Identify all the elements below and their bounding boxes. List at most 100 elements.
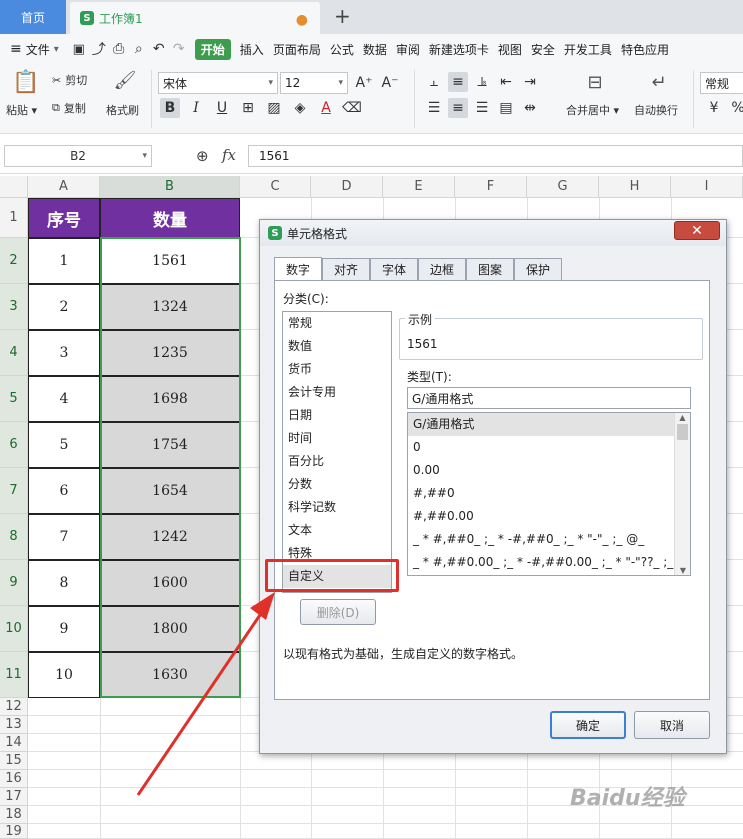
- cell-index[interactable]: 4: [28, 376, 100, 422]
- tab-home[interactable]: 首页: [0, 0, 66, 34]
- align-top-icon[interactable]: ⫠: [424, 72, 444, 92]
- category-item[interactable]: 日期: [283, 404, 391, 427]
- cell-quantity[interactable]: 1630: [100, 652, 240, 698]
- tab-border[interactable]: 边框: [418, 258, 466, 280]
- function-icon[interactable]: fx: [222, 146, 236, 164]
- cell-quantity[interactable]: 1242: [100, 514, 240, 560]
- print-icon[interactable]: ⎙: [109, 39, 129, 59]
- column-header[interactable]: C: [240, 176, 311, 198]
- column-header[interactable]: D: [311, 176, 383, 198]
- cell-quantity[interactable]: 1800: [100, 606, 240, 652]
- cell-index[interactable]: 5: [28, 422, 100, 468]
- zoom-search-icon[interactable]: ⊕: [196, 147, 209, 165]
- bold-icon[interactable]: B: [160, 98, 180, 118]
- row-header[interactable]: 15: [0, 752, 28, 770]
- cell-quantity[interactable]: 1561: [100, 238, 240, 284]
- row-header[interactable]: 18: [0, 806, 28, 824]
- delete-button[interactable]: 删除(D): [300, 599, 376, 625]
- cell-index[interactable]: 8: [28, 560, 100, 606]
- cell-quantity[interactable]: 1754: [100, 422, 240, 468]
- type-item[interactable]: 0: [408, 436, 674, 459]
- row-header[interactable]: 16: [0, 770, 28, 788]
- category-list[interactable]: 常规 数值 货币 会计专用 日期 时间 百分比 分数 科学记数 文本 特殊 自定义: [282, 311, 392, 593]
- column-header[interactable]: E: [383, 176, 455, 198]
- category-item[interactable]: 货币: [283, 358, 391, 381]
- scroll-up-icon[interactable]: ▲: [675, 413, 690, 422]
- category-item[interactable]: 自定义: [283, 565, 391, 588]
- wrap-text-button[interactable]: 自动换行: [634, 102, 678, 118]
- cell-index[interactable]: 10: [28, 652, 100, 698]
- row-header[interactable]: 5: [0, 376, 28, 422]
- tab-workbook[interactable]: S 工作簿1 ●: [70, 2, 320, 34]
- cell-index[interactable]: 1: [28, 238, 100, 284]
- scroll-thumb[interactable]: [677, 424, 688, 440]
- category-item[interactable]: 百分比: [283, 450, 391, 473]
- type-item[interactable]: #,##0.00: [408, 505, 674, 528]
- menu-item-formula[interactable]: 公式: [330, 41, 354, 58]
- format-painter-icon[interactable]: 🖌: [113, 70, 137, 96]
- merge-center-icon[interactable]: ⊟: [582, 72, 608, 96]
- scroll-down-icon[interactable]: ▼: [675, 566, 690, 575]
- menu-item-new-tab[interactable]: 新建选项卡: [429, 41, 489, 58]
- align-center-icon[interactable]: ≡: [448, 98, 468, 118]
- row-header[interactable]: 17: [0, 788, 28, 806]
- menu-item-security[interactable]: 安全: [531, 41, 555, 58]
- cell-quantity[interactable]: 1235: [100, 330, 240, 376]
- type-item[interactable]: 0.00: [408, 459, 674, 482]
- decrease-font-icon[interactable]: A⁻: [380, 73, 400, 93]
- column-header[interactable]: F: [455, 176, 527, 198]
- dialog-titlebar[interactable]: S 单元格格式 ✕: [260, 220, 726, 246]
- category-item[interactable]: 文本: [283, 519, 391, 542]
- number-format-select[interactable]: 常规: [700, 72, 743, 94]
- cell-quantity[interactable]: 1654: [100, 468, 240, 514]
- tab-number[interactable]: 数字: [274, 257, 322, 281]
- category-item[interactable]: 特殊: [283, 542, 391, 565]
- category-item[interactable]: 时间: [283, 427, 391, 450]
- type-item[interactable]: _ * #,##0.00_ ;_ * -#,##0.00_ ;_ * "-"??…: [408, 551, 674, 574]
- column-header[interactable]: I: [671, 176, 743, 198]
- menu-item-review[interactable]: 审阅: [396, 41, 420, 58]
- name-box[interactable]: B2 ▾: [4, 145, 152, 167]
- wrap-text-icon[interactable]: ↵: [646, 72, 672, 96]
- category-item[interactable]: 会计专用: [283, 381, 391, 404]
- row-header[interactable]: 4: [0, 330, 28, 376]
- hamburger-icon[interactable]: ≡: [10, 41, 22, 57]
- distribute-icon[interactable]: ⇹: [520, 98, 540, 118]
- row-header[interactable]: 13: [0, 716, 28, 734]
- row-header[interactable]: 3: [0, 284, 28, 330]
- align-left-icon[interactable]: ☰: [424, 98, 444, 118]
- category-item[interactable]: 常规: [283, 312, 391, 335]
- fill-color-icon[interactable]: ◈: [290, 98, 310, 118]
- category-item[interactable]: 分数: [283, 473, 391, 496]
- menu-item-features[interactable]: 特色应用: [621, 41, 669, 58]
- tab-font[interactable]: 字体: [370, 258, 418, 280]
- header-cell-quantity[interactable]: 数量: [100, 198, 240, 238]
- header-cell-index[interactable]: 序号: [28, 198, 100, 238]
- font-size-select[interactable]: 12 ▾: [280, 72, 348, 94]
- cell-index[interactable]: 3: [28, 330, 100, 376]
- border-icon[interactable]: ⊞: [238, 98, 258, 118]
- indent-decrease-icon[interactable]: ⇤: [496, 72, 516, 92]
- tab-alignment[interactable]: 对齐: [322, 258, 370, 280]
- font-name-select[interactable]: 宋体 ▾: [158, 72, 278, 94]
- align-middle-icon[interactable]: ≡: [448, 72, 468, 92]
- row-header[interactable]: 11: [0, 652, 28, 698]
- underline-icon[interactable]: U: [212, 98, 232, 118]
- cell-index[interactable]: 2: [28, 284, 100, 330]
- cell-quantity[interactable]: 1600: [100, 560, 240, 606]
- menu-file[interactable]: 文件: [26, 41, 50, 58]
- cell-quantity[interactable]: 1324: [100, 284, 240, 330]
- menu-item-data[interactable]: 数据: [363, 41, 387, 58]
- paste-icon[interactable]: 📋: [12, 70, 39, 98]
- copy-button[interactable]: ⧉ 复制: [52, 100, 86, 116]
- formula-input[interactable]: 1561: [248, 145, 743, 167]
- type-item[interactable]: _ * #,##0_ ;_ * -#,##0_ ;_ * "-"_ ;_ @_: [408, 528, 674, 551]
- tab-pattern[interactable]: 图案: [466, 258, 514, 280]
- ok-button[interactable]: 确定: [550, 711, 626, 739]
- font-color-icon[interactable]: A: [316, 98, 336, 118]
- print-preview-icon[interactable]: ⌕: [129, 39, 149, 59]
- cell-index[interactable]: 6: [28, 468, 100, 514]
- type-list-scrollbar[interactable]: ▲ ▼: [674, 413, 690, 575]
- category-item[interactable]: 数值: [283, 335, 391, 358]
- format-painter-button[interactable]: 格式刷: [106, 102, 139, 118]
